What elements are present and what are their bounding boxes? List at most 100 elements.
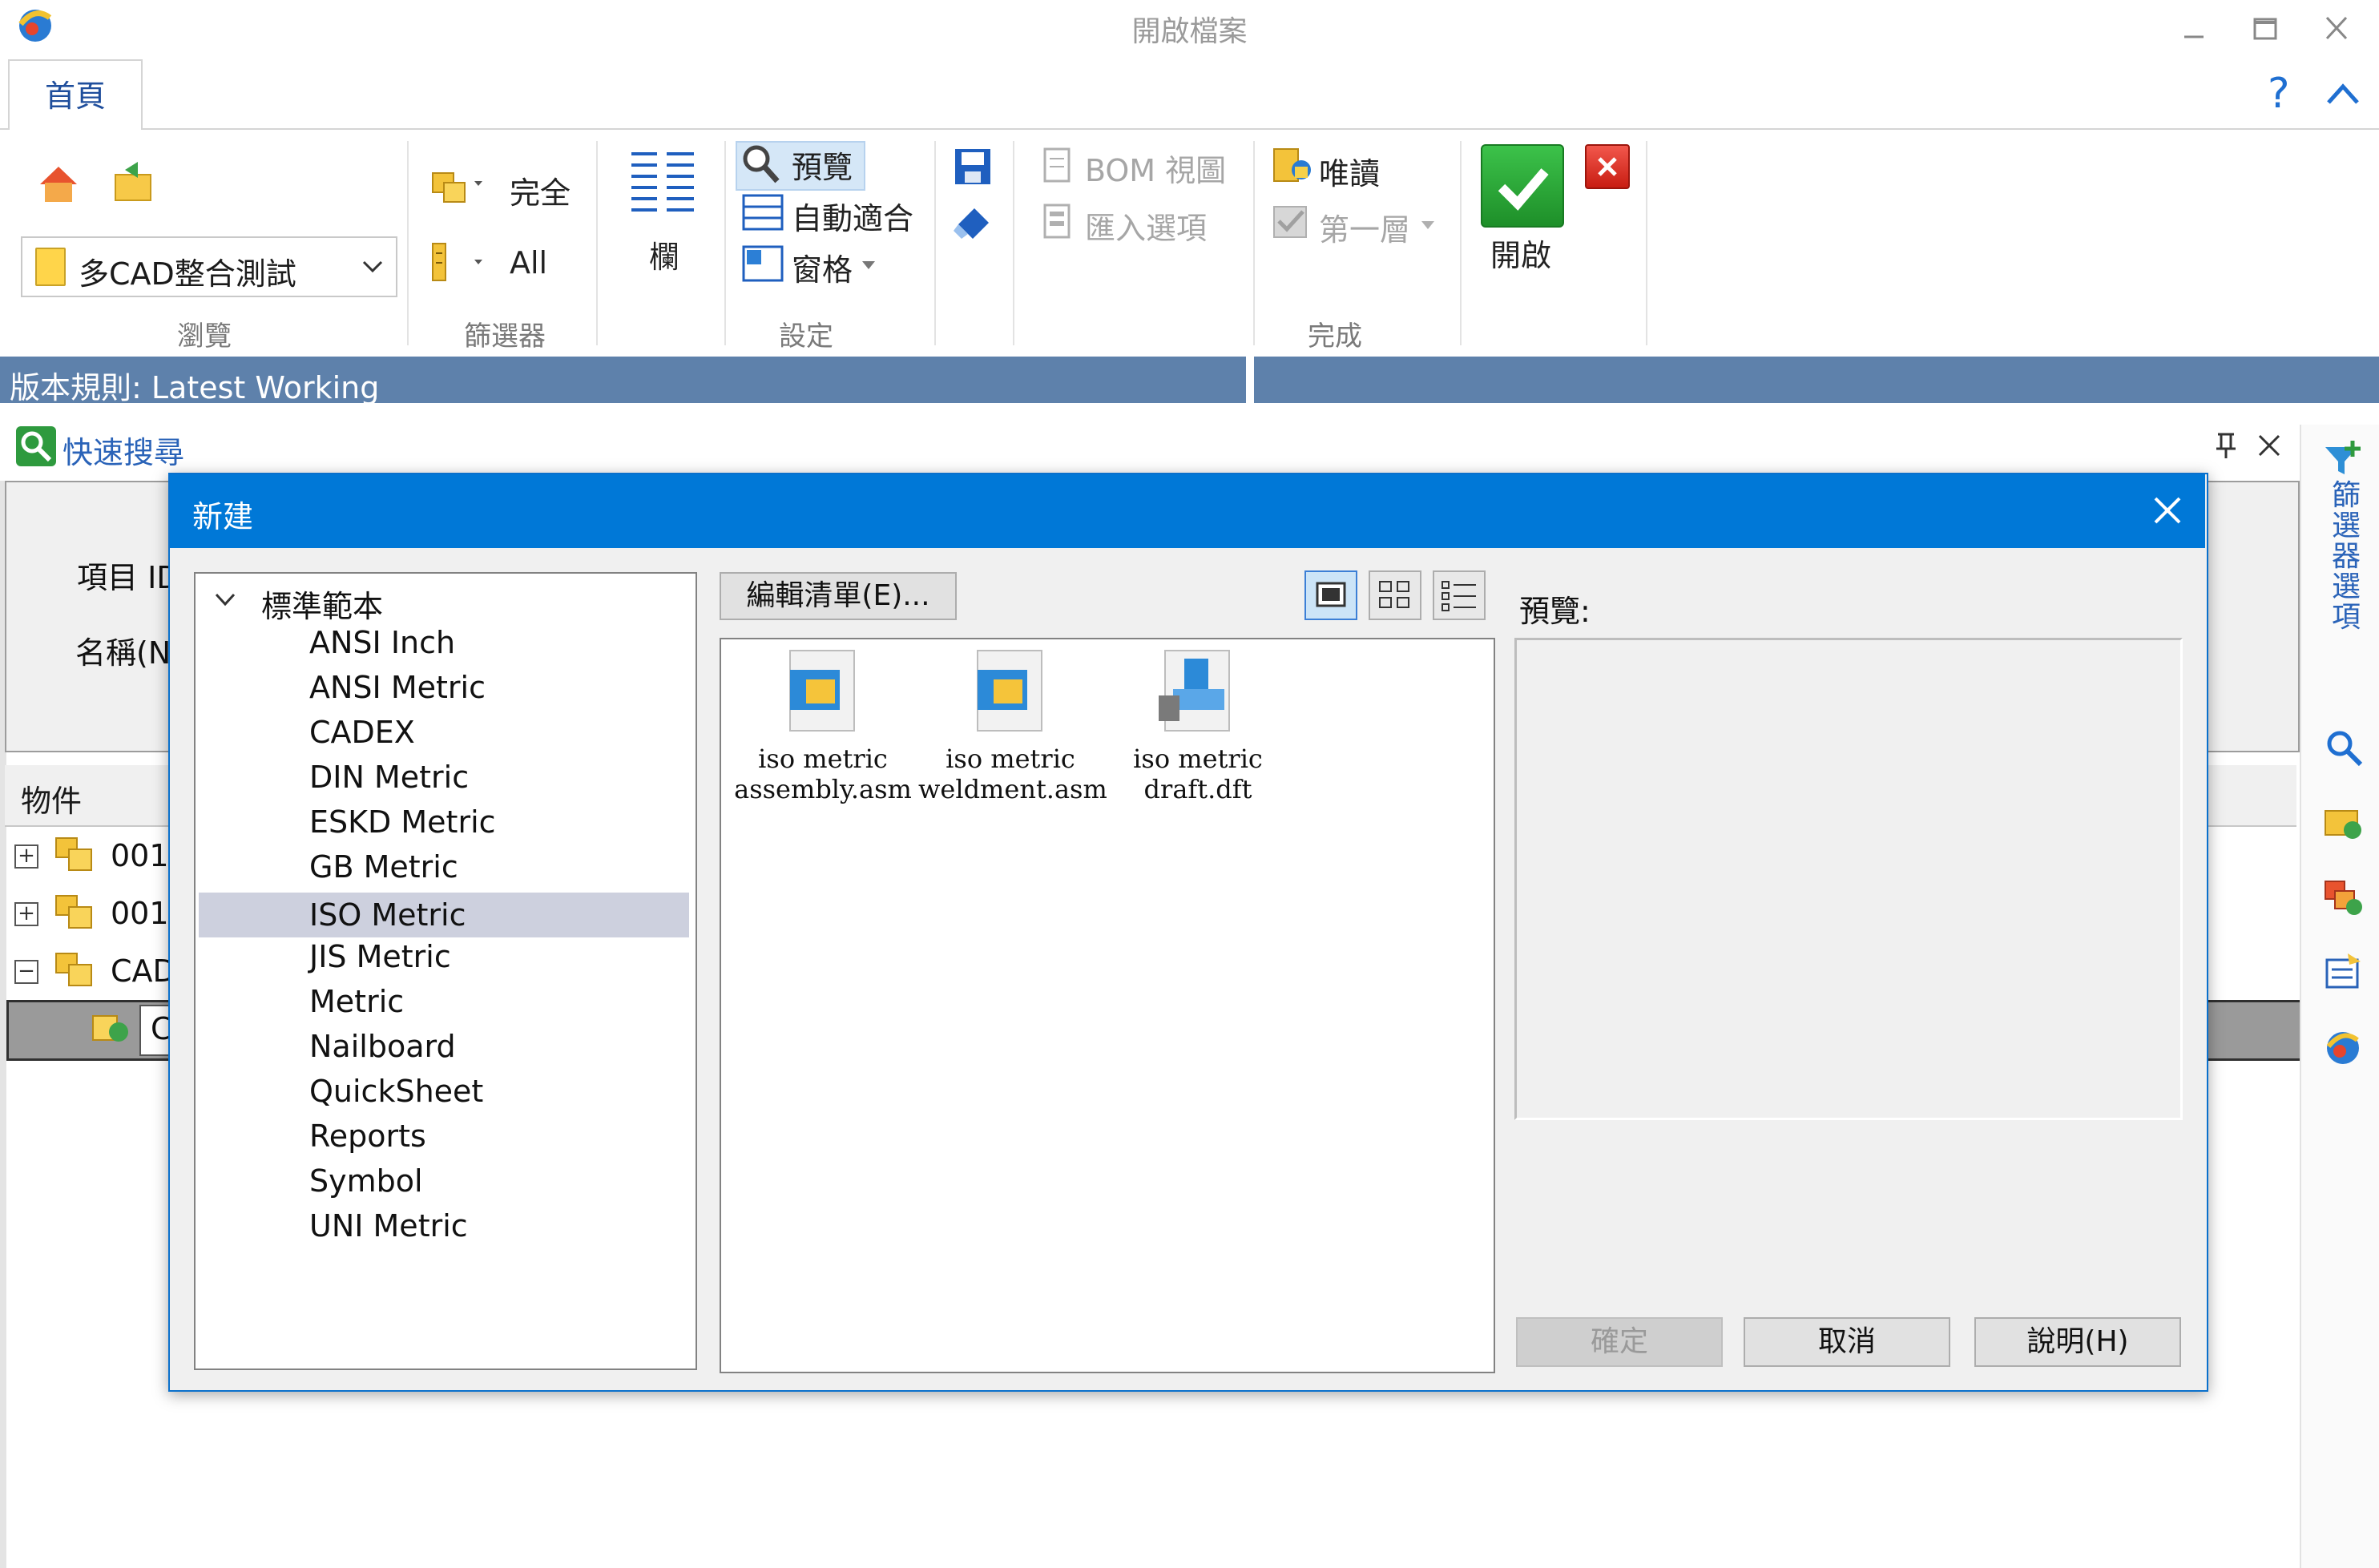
bom-view-icon (1040, 146, 1075, 186)
readonly-icon[interactable] (1271, 144, 1316, 186)
properties-icon[interactable] (2322, 952, 2365, 992)
file-item[interactable]: iso metric weldment.asm (918, 647, 1107, 804)
cancel-open-button[interactable] (1585, 144, 1630, 189)
columns-icon[interactable] (628, 149, 697, 215)
quick-search-title[interactable]: 快速搜尋 (62, 428, 184, 472)
close-panel-icon[interactable] (2255, 431, 2284, 460)
filter-complete-label[interactable]: 完全 (510, 168, 571, 212)
readonly-label[interactable]: 唯讀 (1319, 149, 1380, 193)
file-name-line2: draft.dft (1143, 774, 1252, 804)
collapse-icon[interactable]: − (14, 960, 38, 984)
tab-home[interactable]: 首頁 (8, 59, 143, 131)
template-item[interactable]: Symbol (309, 1163, 423, 1199)
structure-filter-icon[interactable] (429, 240, 486, 285)
minimize-button[interactable] (2170, 8, 2218, 48)
help-button[interactable]: 說明(H) (1974, 1317, 2181, 1367)
project-combo-value: 多CAD整合測試 (79, 256, 296, 292)
small-icons-icon (1379, 581, 1409, 608)
edit-list-button[interactable]: 編輯清單(E)... (720, 572, 957, 620)
assembly-file-icon (779, 647, 867, 736)
pane-label[interactable]: 窗格 (792, 245, 853, 289)
template-item[interactable]: JIS Metric (309, 939, 451, 974)
file-item[interactable]: iso metric draft.dft (1106, 647, 1290, 804)
template-tree[interactable]: 標準範本 ANSI Inch ANSI Metric CADEX DIN Met… (194, 572, 697, 1370)
expand-icon[interactable]: + (14, 902, 38, 926)
template-item[interactable]: Nailboard (309, 1029, 456, 1064)
file-name-line1: iso metric (1133, 744, 1263, 774)
project-combo[interactable]: 多CAD整合測試 (21, 236, 397, 297)
template-item[interactable]: UNI Metric (309, 1208, 468, 1244)
browse-group-label: 瀏覽 (177, 320, 232, 353)
template-item[interactable]: QuickSheet (309, 1074, 483, 1109)
preview-label: 預覽 (792, 150, 853, 185)
folder-settings-icon[interactable] (2322, 801, 2365, 841)
pin-icon[interactable] (2212, 429, 2240, 462)
chevron-down-icon (361, 254, 385, 278)
help-icon[interactable]: ? (2264, 69, 2300, 114)
tree-row-label[interactable]: CAD (111, 953, 176, 989)
file-name-line1: iso metric (946, 744, 1075, 774)
file-name-line2: assembly.asm (734, 774, 912, 804)
list-view-button[interactable] (1433, 570, 1486, 620)
close-window-button[interactable] (2312, 8, 2361, 48)
dialog-title-bar: 新建 (170, 474, 2205, 548)
up-folder-icon[interactable] (111, 160, 157, 207)
save-settings-icon[interactable] (950, 144, 995, 189)
cancel-button[interactable]: 取消 (1744, 1317, 1950, 1367)
bom-view-label: BOM 視圖 (1085, 153, 1227, 188)
template-item[interactable]: DIN Metric (309, 760, 469, 795)
first-level-label: 第一層 (1319, 212, 1411, 248)
chevron-down-icon[interactable] (213, 590, 237, 611)
filter-group-label: 篩選器 (464, 320, 546, 353)
weldment-file-icon (966, 647, 1054, 736)
ribbon-tab-strip (0, 59, 2379, 130)
part-gear-icon (90, 1008, 133, 1048)
assembly-icon (53, 833, 96, 873)
name-label: 名稱(N) (75, 635, 183, 671)
small-icons-view-button[interactable] (1369, 570, 1421, 620)
first-level-dropdown-icon (1420, 220, 1436, 231)
search-icon[interactable] (2324, 728, 2364, 768)
collapse-ribbon-icon[interactable] (2324, 77, 2362, 109)
template-item[interactable]: ESKD Metric (309, 804, 496, 840)
template-item[interactable]: ANSI Metric (309, 670, 486, 705)
columns-label[interactable]: 欄 (649, 232, 679, 276)
autofit-label[interactable]: 自動適合 (792, 194, 913, 238)
large-icons-view-button[interactable] (1304, 570, 1357, 620)
template-item[interactable]: CADEX (309, 715, 415, 750)
dialog-close-icon[interactable] (2147, 490, 2187, 530)
first-level-icon (1271, 202, 1316, 244)
template-item-selected[interactable]: ISO Metric (199, 893, 689, 937)
file-item[interactable]: iso metric assembly.asm (731, 647, 915, 804)
assembly-icon (53, 891, 96, 931)
pane-dropdown-icon[interactable] (861, 260, 877, 271)
clear-settings-icon[interactable] (950, 200, 995, 245)
file-name-line1: iso metric (758, 744, 888, 774)
app-globe-icon[interactable] (2322, 1026, 2365, 1069)
filter-add-icon[interactable] (2322, 439, 2364, 479)
template-root-label[interactable]: 標準範本 (261, 582, 383, 626)
preview-area (1514, 638, 2183, 1120)
search-icon (14, 425, 58, 468)
complete-group-label: 完成 (1308, 320, 1362, 353)
assembly-filter-icon[interactable] (429, 162, 486, 207)
large-icons-icon (1316, 582, 1346, 607)
filter-options-vertical-label[interactable]: 篩選器選項 (2330, 481, 2362, 633)
template-item[interactable]: Metric (309, 984, 404, 1019)
expand-icon[interactable]: + (14, 844, 38, 869)
list-icon (1442, 581, 1476, 611)
template-item[interactable]: ANSI Inch (309, 625, 455, 660)
autofit-icon[interactable] (740, 192, 785, 232)
maximize-button[interactable] (2240, 8, 2288, 48)
assembly-settings-icon[interactable] (2322, 877, 2365, 917)
home-folder-icon[interactable] (35, 160, 82, 207)
open-label[interactable]: 開啟 (1490, 231, 1551, 275)
open-button[interactable] (1481, 144, 1564, 228)
object-column-label: 物件 (21, 784, 83, 819)
template-item[interactable]: GB Metric (309, 849, 458, 885)
ok-button[interactable]: 確定 (1516, 1317, 1723, 1367)
file-name-line2: weldment.asm (918, 774, 1107, 804)
filter-all-label[interactable]: All (510, 245, 547, 280)
template-item[interactable]: Reports (309, 1119, 426, 1154)
pane-icon[interactable] (740, 244, 785, 284)
